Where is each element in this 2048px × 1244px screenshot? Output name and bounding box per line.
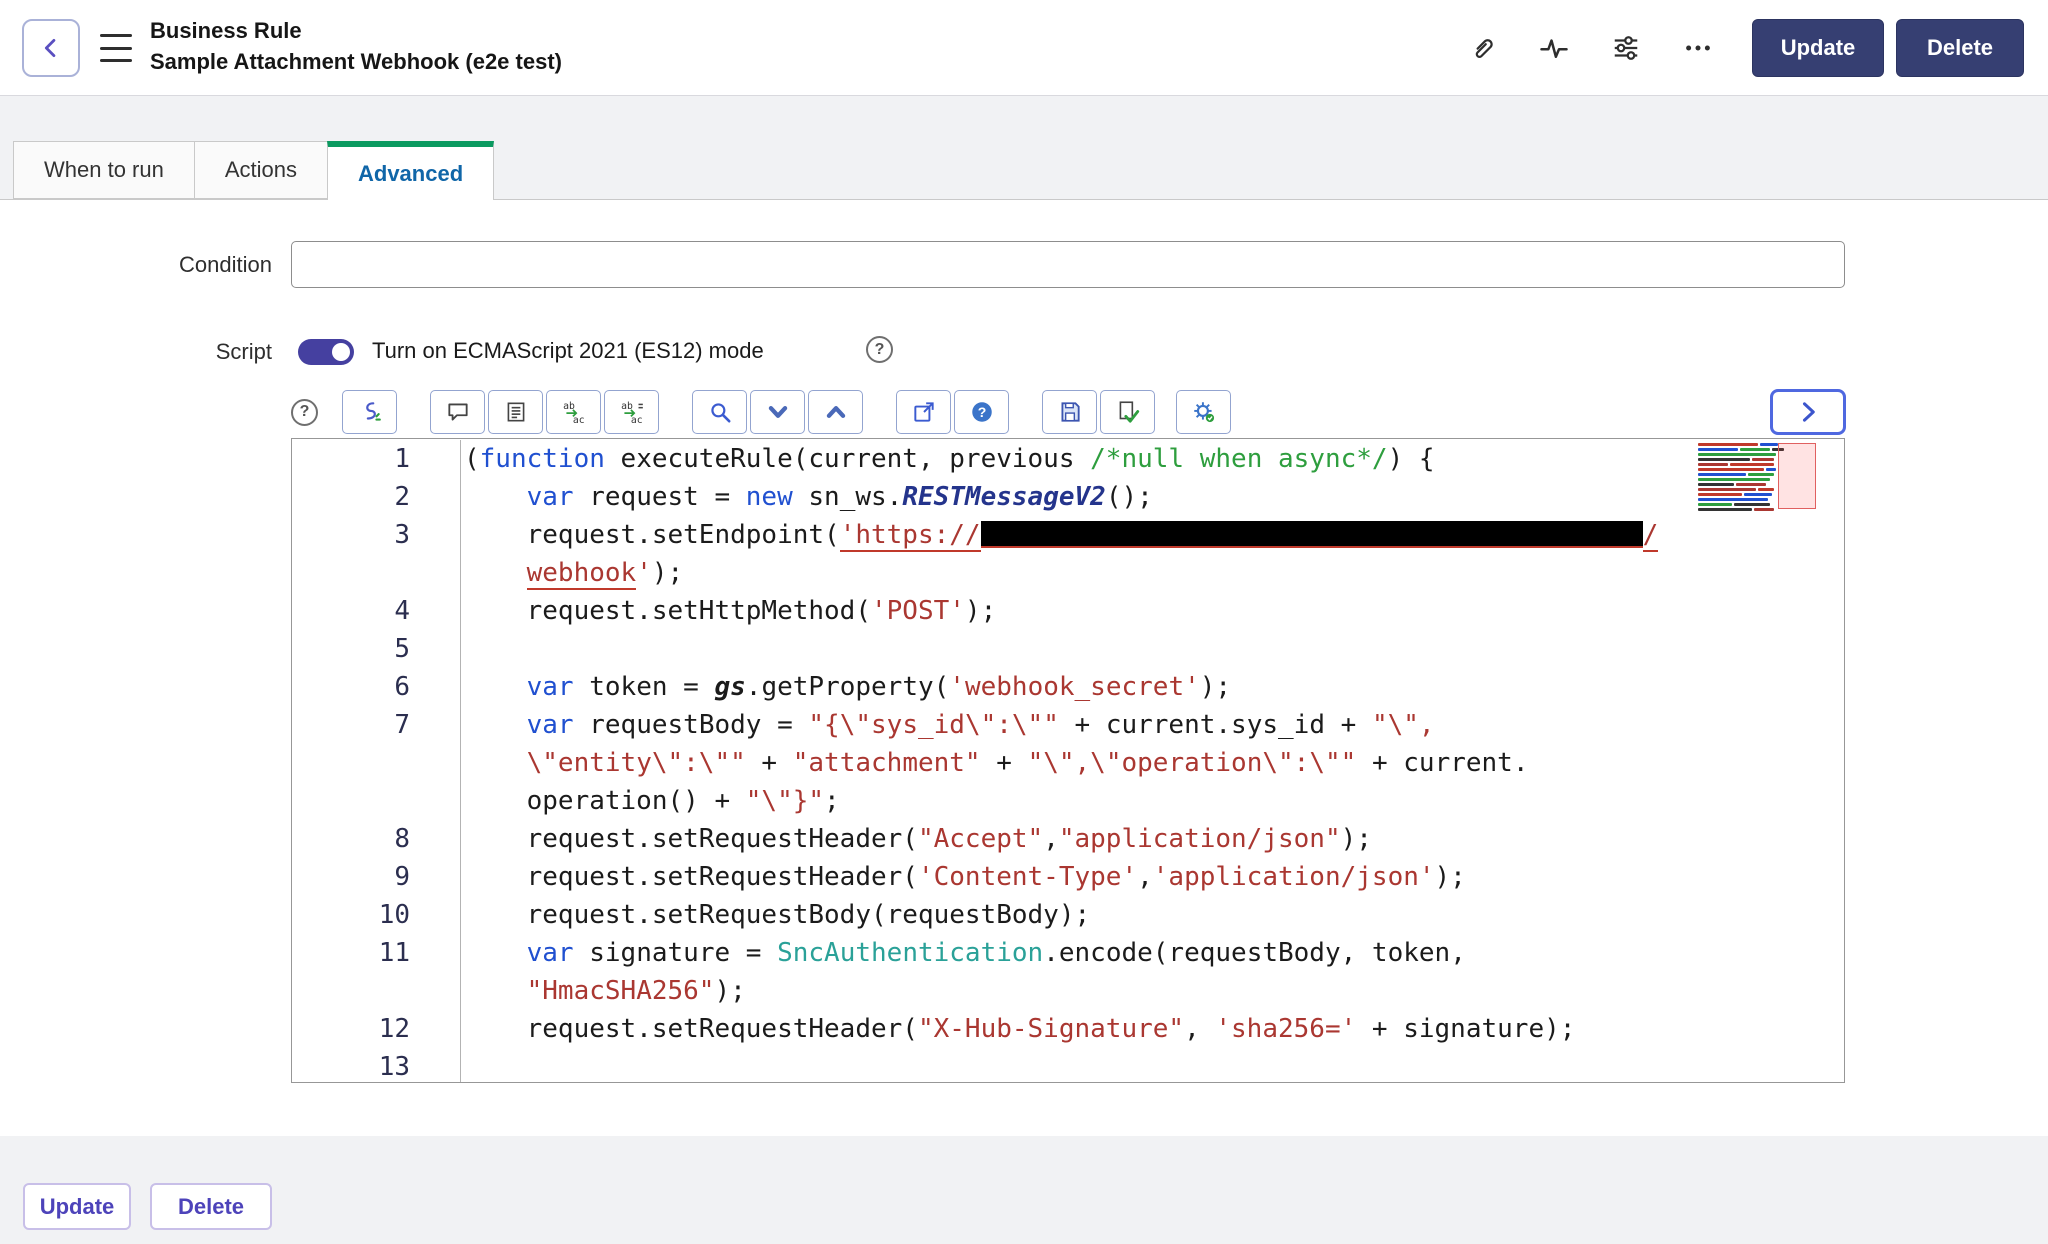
line-number: 12 [292, 1010, 461, 1048]
code-line[interactable]: 10 request.setRequestBody(requestBody); [292, 896, 1844, 934]
code-line[interactable]: 9 request.setRequestHeader('Content-Type… [292, 858, 1844, 896]
code-lines: 1(function executeRule(current, previous… [292, 440, 1844, 1083]
save-icon[interactable] [1042, 390, 1097, 434]
syntax-check-icon[interactable] [1100, 390, 1155, 434]
code-line[interactable]: 5 [292, 630, 1844, 668]
line-number: 7 [292, 706, 461, 820]
condition-input[interactable] [291, 241, 1845, 288]
ecmascript-mode-toggle[interactable] [298, 339, 354, 365]
tab-advanced[interactable]: Advanced [327, 141, 494, 200]
business-rule-form-page: Business Rule Sample Attachment Webhook … [0, 0, 2048, 1244]
ecmascript-mode-label: Turn on ECMAScript 2021 (ES12) mode [372, 338, 764, 364]
code-line[interactable]: 2 var request = new sn_ws.RESTMessageV2(… [292, 478, 1844, 516]
code-line[interactable]: 8 request.setRequestHeader("Accept","app… [292, 820, 1844, 858]
expand-editor-button[interactable] [1770, 389, 1846, 435]
line-number: 1 [292, 440, 461, 478]
debug-icon[interactable] [1176, 390, 1231, 434]
format-document-icon[interactable] [488, 390, 543, 434]
line-number: 4 [292, 592, 461, 630]
attachment-icon[interactable] [1458, 22, 1506, 74]
search-icon[interactable] [692, 390, 747, 434]
code-line[interactable]: 3 request.setEndpoint('https:/// webhook… [292, 516, 1844, 592]
condition-label: Condition [0, 252, 272, 278]
toggle-comment-icon[interactable] [430, 390, 485, 434]
update-button-header[interactable]: Update [1752, 19, 1884, 77]
code-line[interactable]: 12 request.setRequestHeader("X-Hub-Signa… [292, 1010, 1844, 1048]
code-line[interactable]: 6 var token = gs.getProperty('webhook_se… [292, 668, 1844, 706]
syntax-help-icon[interactable]: ? [291, 399, 318, 426]
ecmascript-help-icon[interactable]: ? [866, 336, 893, 363]
chevron-right-icon [1794, 398, 1822, 426]
svg-text:ac: ac [630, 415, 642, 425]
line-number: 3 [292, 516, 461, 592]
script-label: Script [0, 339, 272, 365]
record-header: Business Rule Sample Attachment Webhook … [0, 0, 2048, 96]
back-button[interactable] [22, 19, 80, 77]
form-tabs: When to run Actions Advanced [13, 141, 494, 200]
context-menu-icon[interactable] [100, 34, 132, 62]
redaction-box [981, 521, 1643, 548]
line-number: 8 [292, 820, 461, 858]
record-type-label: Business Rule [150, 15, 562, 46]
preferences-sliders-icon[interactable] [1602, 22, 1650, 74]
format-code-icon[interactable] [342, 390, 397, 434]
open-in-new-window-icon[interactable] [896, 390, 951, 434]
delete-button-footer[interactable]: Delete [150, 1183, 272, 1230]
script-editor[interactable]: 1(function executeRule(current, previous… [291, 438, 1845, 1083]
toggle-knob [332, 343, 350, 361]
header-icon-bar [1458, 20, 1722, 76]
line-number: 2 [292, 478, 461, 516]
code-line[interactable]: 11 var signature = SncAuthentication.enc… [292, 934, 1844, 1010]
line-number: 9 [292, 858, 461, 896]
more-options-icon[interactable] [1674, 22, 1722, 74]
line-number: 13 [292, 1048, 461, 1083]
code-line[interactable]: 4 request.setHttpMethod('POST'); [292, 592, 1844, 630]
replace-all-icon[interactable]: abac [604, 390, 659, 434]
line-number: 6 [292, 668, 461, 706]
line-number: 10 [292, 896, 461, 934]
line-number: 11 [292, 934, 461, 1010]
code-line[interactable]: 1(function executeRule(current, previous… [292, 440, 1844, 478]
tab-actions[interactable]: Actions [194, 141, 327, 199]
record-title-block: Business Rule Sample Attachment Webhook … [150, 15, 562, 77]
replace-icon[interactable]: abac [546, 390, 601, 434]
record-title: Sample Attachment Webhook (e2e test) [150, 46, 562, 77]
code-line[interactable]: 13 [292, 1048, 1844, 1083]
update-button-footer[interactable]: Update [23, 1183, 131, 1230]
chevron-left-icon [37, 34, 65, 62]
code-minimap[interactable] [1698, 443, 1816, 509]
svg-text:ac: ac [572, 415, 584, 425]
code-line[interactable]: 7 var requestBody = "{\"sys_id\":\"" + c… [292, 706, 1844, 820]
tab-when-to-run[interactable]: When to run [13, 141, 194, 199]
activity-stream-icon[interactable] [1530, 22, 1578, 74]
advanced-tab-panel: Condition Script Turn on ECMAScript 2021… [0, 199, 2048, 1136]
find-next-icon[interactable] [750, 390, 805, 434]
script-editor-toolbar: ? abac abac [291, 389, 1234, 435]
minimap-viewport [1778, 443, 1816, 509]
delete-button-header[interactable]: Delete [1896, 19, 2024, 77]
help-icon[interactable]: ? [954, 390, 1009, 434]
find-previous-icon[interactable] [808, 390, 863, 434]
line-number: 5 [292, 630, 461, 668]
svg-text:?: ? [977, 404, 986, 420]
